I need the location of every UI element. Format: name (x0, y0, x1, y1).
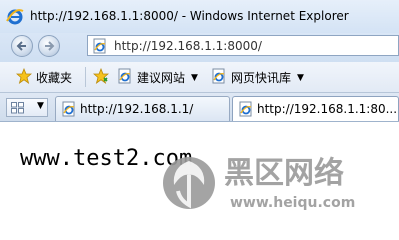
star-icon (16, 68, 32, 84)
forward-button[interactable] (38, 35, 60, 57)
watermark: 黑区网络 www.heiqu.com (158, 145, 399, 214)
tab-active[interactable]: http://192.168.1.1:80... (232, 96, 399, 121)
tab-list-dropdown-icon[interactable]: ▼ (37, 101, 44, 111)
back-button[interactable] (11, 35, 33, 57)
favorites-link-label: 建议网站 (137, 71, 186, 85)
add-favorite-star-icon (93, 68, 109, 84)
back-arrow-icon (16, 41, 26, 51)
favorites-link-web-slice-gallery[interactable]: 网页快讯库 ▼ (211, 68, 306, 86)
favorites-bar: 收藏夹 建议网站 ▼ 网页快讯库 ▼ (0, 62, 399, 93)
window-title: http://192.168.1.1:8000/ - Windows Inter… (30, 9, 349, 23)
ie-page-icon (239, 101, 252, 117)
ie-page-icon (212, 68, 225, 84)
quick-tabs-grid-icon (11, 102, 24, 114)
ie-page-icon (93, 38, 106, 54)
tab-label: http://192.168.1.1:80... (257, 102, 398, 116)
forward-arrow-icon (45, 41, 55, 51)
add-to-favorites-button[interactable] (93, 68, 113, 86)
watermark-logo: 黑区网络 www.heiqu.com (163, 156, 355, 211)
watermark-url-text: www.heiqu.com (230, 195, 355, 211)
chevron-down-icon[interactable]: ▼ (191, 73, 198, 83)
ie-page-icon (62, 101, 75, 117)
quick-tabs-button[interactable]: ▼ (6, 98, 48, 117)
title-bar: http://192.168.1.1:8000/ - Windows Inter… (0, 0, 399, 33)
divider (85, 67, 86, 87)
favorites-button[interactable]: 收藏夹 (16, 68, 76, 86)
navigation-bar: http://192.168.1.1:8000/ (0, 33, 399, 62)
tab-label: http://192.168.1.1/ (80, 102, 194, 116)
favorites-link-label: 网页快讯库 (231, 71, 292, 85)
ie-page-icon (118, 68, 131, 84)
watermark-brand-text: 黑区网络 (224, 156, 344, 191)
browser-window: http://192.168.1.1:8000/ - Windows Inter… (0, 0, 399, 214)
address-url[interactable]: http://192.168.1.1:8000/ (114, 39, 262, 53)
tab-bar: ▼ http://192.168.1.1/ http://192.168.1.1… (0, 93, 399, 122)
chevron-down-icon[interactable]: ▼ (297, 73, 304, 83)
favorites-link-recommended-sites[interactable]: 建议网站 ▼ (117, 68, 202, 86)
tab-inactive[interactable]: http://192.168.1.1/ (55, 96, 230, 121)
favorites-label: 收藏夹 (36, 71, 73, 85)
address-bar[interactable]: http://192.168.1.1:8000/ (87, 35, 399, 56)
internet-explorer-logo-icon (6, 9, 24, 25)
